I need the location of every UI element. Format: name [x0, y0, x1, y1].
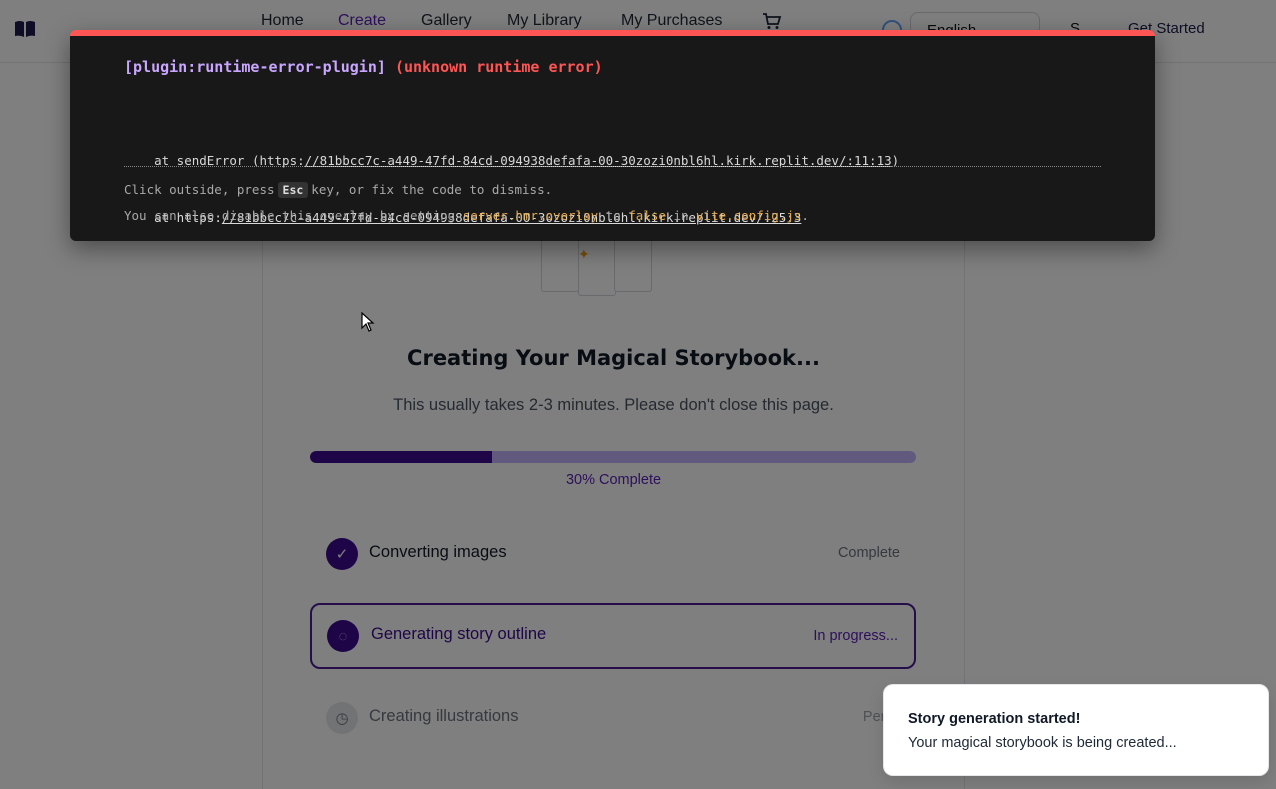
- tip-text: .: [801, 208, 809, 223]
- vite-error-overlay: [plugin:runtime-error-plugin] (unknown r…: [70, 30, 1155, 241]
- tip-text: to: [605, 208, 621, 223]
- divider: [124, 166, 1101, 167]
- tip-text: Click outside, press: [124, 182, 275, 197]
- tip-text: You can also disable this overlay by set…: [124, 208, 456, 223]
- error-message: (unknown runtime error): [394, 58, 603, 76]
- dismiss-tip: Click outside, press Esc key, or fix the c…: [124, 182, 552, 198]
- toast-title: Story generation started!: [908, 711, 1081, 727]
- error-heading: [plugin:runtime-error-plugin] (unknown r…: [124, 58, 603, 76]
- tip-text: in: [673, 208, 689, 223]
- error-plugin-name: [plugin:runtime-error-plugin]: [124, 58, 386, 76]
- config-setting: server.hmr.overlay: [462, 208, 599, 223]
- disable-overlay-tip: You can also disable this overlay by set…: [124, 208, 809, 223]
- tip-text: key, or fix the code to dismiss.: [311, 182, 553, 197]
- esc-key: Esc: [277, 182, 309, 198]
- toast-description: Your magical storybook is being created.…: [908, 735, 1177, 751]
- config-value: false: [628, 208, 666, 223]
- config-file: vite.config.js: [696, 208, 802, 223]
- toast-notification[interactable]: Story generation started! Your magical s…: [883, 684, 1269, 776]
- mouse-cursor-icon: [361, 312, 375, 332]
- stack-line: at sendError (https://81bbcc7c-a449-47fd…: [124, 151, 899, 170]
